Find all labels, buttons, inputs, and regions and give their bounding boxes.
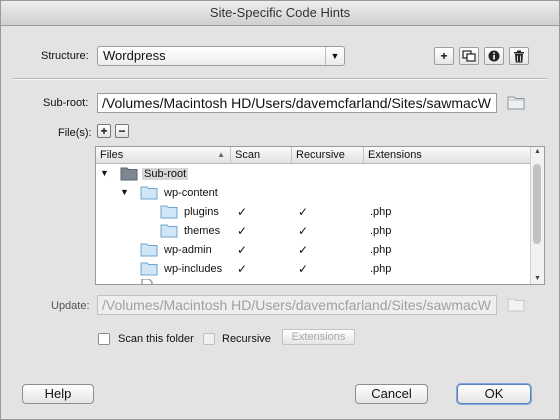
recursive-checkmark: ✓ <box>298 243 309 257</box>
chevron-down-icon: ▼ <box>325 47 344 65</box>
scroll-down-icon[interactable]: ▼ <box>531 274 544 284</box>
extensions-value: .php <box>370 225 392 237</box>
structure-value: Wordpress <box>103 48 166 63</box>
extensions-button: Extensions <box>282 329 355 345</box>
dialog-window: Site-Specific Code Hints Structure: Word… <box>0 0 560 420</box>
files-label: File(s): <box>58 127 92 139</box>
plus-icon: + <box>440 49 448 63</box>
file-name: wp-content <box>164 187 218 199</box>
help-button[interactable]: Help <box>22 384 94 404</box>
folder-browse-icon <box>507 298 525 312</box>
subroot-label: Sub-root: <box>43 97 89 109</box>
file-icon <box>141 279 153 284</box>
trash-icon <box>514 50 524 62</box>
scan-checkmark: ✓ <box>237 262 248 276</box>
scrollbar-thumb[interactable] <box>533 164 541 244</box>
recursive-checkmark: ✓ <box>298 205 309 219</box>
add-file-button[interactable]: + <box>97 124 111 138</box>
scan-checkmark: ✓ <box>237 224 248 238</box>
folder-icon <box>140 243 158 257</box>
add-structure-button[interactable]: + <box>434 47 454 65</box>
disclosure-expanded-icon[interactable]: ▼ <box>120 187 129 197</box>
subroot-field[interactable]: /Volumes/Macintosh HD/Users/davemcfarlan… <box>97 93 497 113</box>
table-row[interactable]: wp-includes ✓ ✓ .php <box>96 260 532 279</box>
structure-label: Structure: <box>41 50 89 62</box>
extensions-value: .php <box>370 244 392 256</box>
extensions-value: .php <box>370 206 392 218</box>
disclosure-expanded-icon[interactable]: ▼ <box>100 168 109 178</box>
duplicate-structure-button[interactable] <box>459 47 479 65</box>
window-title: Site-Specific Code Hints <box>1 1 559 26</box>
folder-browse-icon[interactable] <box>507 94 525 110</box>
folder-icon <box>160 205 178 219</box>
files-table: Files ▲ Scan Recursive Extensions ▼ Sub-… <box>95 146 545 285</box>
table-row[interactable]: ▼ wp-content <box>96 184 532 203</box>
delete-structure-button[interactable] <box>509 47 529 65</box>
update-label: Update: <box>51 300 90 312</box>
column-scan[interactable]: Scan <box>231 147 292 163</box>
cancel-button[interactable]: Cancel <box>355 384 428 404</box>
recursive-label: Recursive <box>222 333 271 345</box>
sort-asc-icon: ▲ <box>217 150 225 159</box>
duplicate-icon <box>462 50 476 62</box>
column-extensions[interactable]: Extensions <box>364 147 532 163</box>
scan-checkmark: ✓ <box>237 243 248 257</box>
file-name: Sub-root <box>142 168 189 180</box>
table-row[interactable]: plugins ✓ ✓ .php <box>96 203 532 222</box>
extensions-value: .php <box>370 263 392 275</box>
folder-icon <box>160 224 178 238</box>
column-recursive[interactable]: Recursive <box>292 147 364 163</box>
vertical-scrollbar[interactable]: ▲ ▼ <box>530 147 544 284</box>
file-name: wp-admin <box>164 244 212 256</box>
folder-icon <box>140 186 158 200</box>
scan-folder-label: Scan this folder <box>118 333 194 345</box>
scan-checkmark: ✓ <box>237 205 248 219</box>
folder-icon <box>120 167 138 181</box>
update-field: /Volumes/Macintosh HD/Users/davemcfarlan… <box>97 295 497 315</box>
file-name: plugins <box>184 206 219 218</box>
table-header: Files ▲ Scan Recursive Extensions <box>96 147 532 164</box>
info-button[interactable] <box>484 47 504 65</box>
file-name: wp-includes <box>164 263 223 275</box>
remove-file-button[interactable]: − <box>115 124 129 138</box>
info-icon <box>488 50 500 62</box>
folder-icon <box>140 262 158 276</box>
separator <box>13 78 547 80</box>
column-files[interactable]: Files ▲ <box>96 147 231 163</box>
table-row[interactable]: themes ✓ ✓ .php <box>96 222 532 241</box>
recursive-checkmark: ✓ <box>298 224 309 238</box>
file-name: themes <box>184 225 221 237</box>
scan-folder-checkbox[interactable] <box>98 333 110 345</box>
recursive-checkbox <box>203 333 215 345</box>
structure-select[interactable]: Wordpress ▼ <box>97 46 345 66</box>
table-row[interactable]: wp-admin ✓ ✓ .php <box>96 241 532 260</box>
table-row[interactable]: ▼ Sub-root <box>96 165 532 184</box>
scroll-up-icon[interactable]: ▲ <box>531 147 544 157</box>
ok-button[interactable]: OK <box>457 384 531 404</box>
recursive-checkmark: ✓ <box>298 262 309 276</box>
